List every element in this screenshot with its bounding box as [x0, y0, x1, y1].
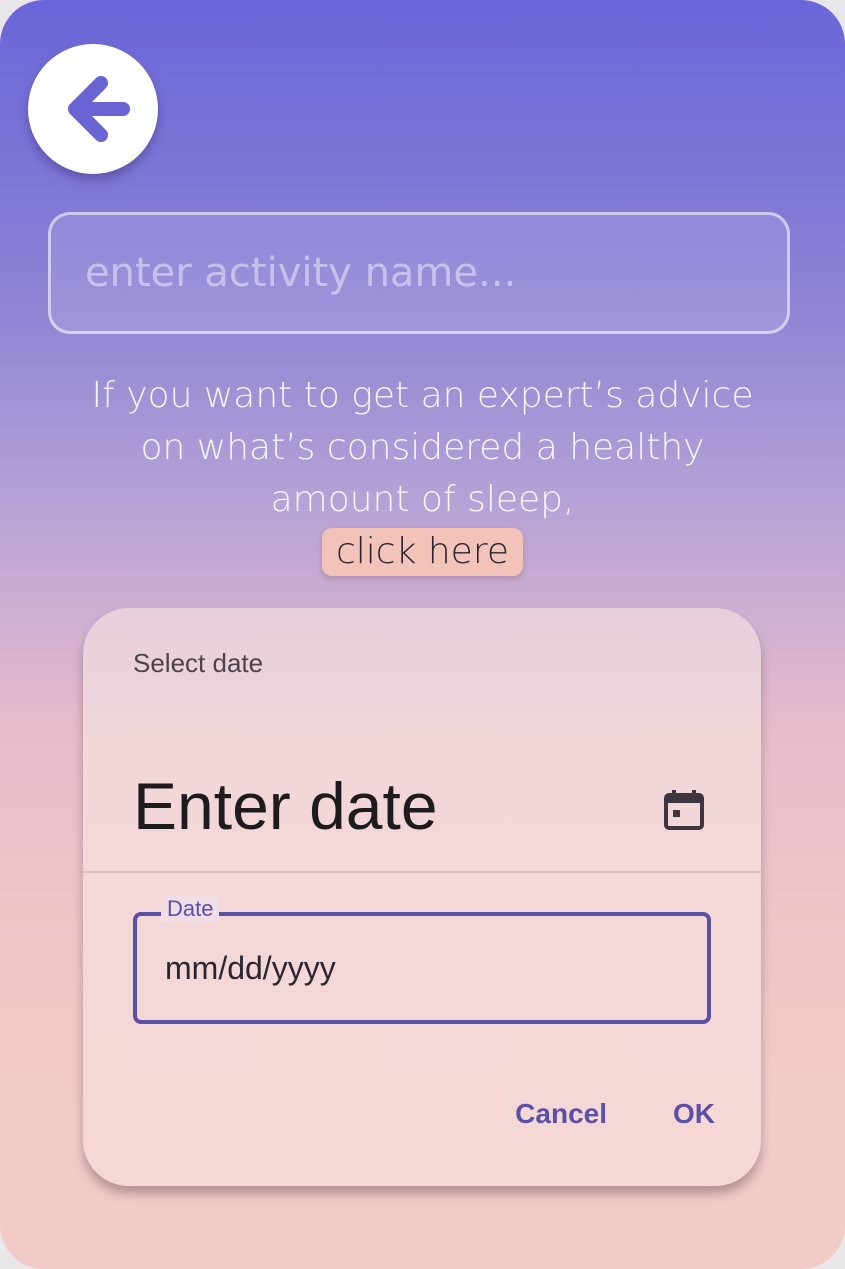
- dialog-header-label: Select date: [133, 648, 264, 678]
- app-screen: If you want to get an expert’s advice on…: [0, 0, 845, 1269]
- advice-text: If you want to get an expert’s advice on…: [91, 375, 754, 520]
- dialog-actions: Cancel OK: [515, 1098, 715, 1130]
- date-field: Date: [133, 896, 711, 1024]
- back-button[interactable]: [28, 44, 158, 174]
- advice-text-block: If you want to get an expert’s advice on…: [90, 370, 755, 578]
- click-here-link[interactable]: click here: [321, 528, 523, 576]
- calendar-icon[interactable]: [661, 786, 707, 832]
- arrow-left-icon: [68, 76, 130, 142]
- ok-button[interactable]: OK: [673, 1098, 715, 1130]
- date-picker-dialog: Select date Enter date Date Cancel OK: [83, 608, 761, 1186]
- activity-name-input[interactable]: [48, 212, 790, 334]
- date-input[interactable]: [165, 946, 665, 990]
- dialog-title: Enter date: [133, 769, 438, 843]
- cancel-button[interactable]: Cancel: [515, 1098, 607, 1130]
- date-field-label: Date: [161, 896, 220, 922]
- dialog-divider: [83, 871, 761, 873]
